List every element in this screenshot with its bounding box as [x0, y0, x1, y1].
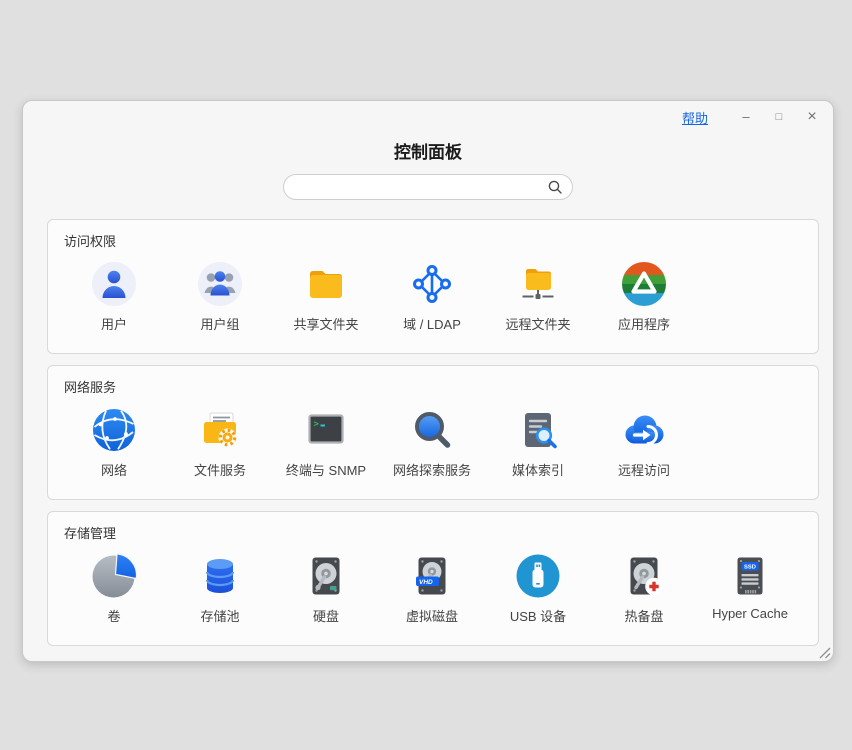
terminal-icon: > — [303, 407, 349, 453]
item-label: USB 设备 — [510, 606, 566, 625]
cp-item-media-index[interactable]: 媒体索引 — [485, 407, 591, 479]
item-label: Hyper Cache — [712, 606, 788, 621]
item-label: 虚拟磁盘 — [406, 606, 458, 625]
svg-text:SSD: SSD — [744, 565, 756, 571]
media-index-icon — [515, 407, 561, 453]
item-label: 远程访问 — [618, 460, 670, 479]
cp-item-network-discovery[interactable]: 网络探索服务 — [379, 407, 485, 479]
section-items-row: 卷 存储池 — [61, 553, 803, 625]
item-label: 存储池 — [200, 606, 239, 625]
section-storage-management: 存储管理 卷 — [47, 511, 819, 646]
help-link[interactable]: 帮助 — [682, 108, 708, 127]
section-items-row: 网络 文件服务 — [61, 407, 697, 479]
section-title: 存储管理 — [64, 523, 116, 542]
svg-text:VHD: VHD — [419, 579, 433, 586]
cp-item-remote-access[interactable]: 远程访问 — [591, 407, 697, 479]
cp-item-user-group[interactable]: 用户组 — [167, 261, 273, 333]
cp-item-storage-pool[interactable]: 存储池 — [167, 553, 273, 625]
cp-item-shared-folder[interactable]: 共享文件夹 — [273, 261, 379, 333]
shared-folder-icon — [303, 261, 349, 307]
section-items-row: 用户 用户组 共享文件夹 — [61, 261, 697, 333]
domain-ldap-icon — [409, 261, 455, 307]
item-label: 应用程序 — [618, 314, 670, 333]
user-icon — [91, 261, 137, 307]
virtual-disk-icon: VHD — [409, 553, 455, 599]
volume-pie-icon — [91, 553, 137, 599]
hdd-icon — [303, 553, 349, 599]
cp-item-network[interactable]: 网络 — [61, 407, 167, 479]
page-title: 控制面板 — [23, 138, 833, 163]
item-label: 终端与 SNMP — [286, 460, 366, 479]
network-globe-icon — [91, 407, 137, 453]
item-label: 用户 — [101, 314, 127, 333]
item-label: 文件服务 — [194, 460, 246, 479]
remote-folder-icon — [515, 261, 561, 307]
network-discovery-icon — [409, 407, 455, 453]
search-input[interactable] — [297, 176, 547, 200]
item-label: 远程文件夹 — [505, 314, 570, 333]
panels: 访问权限 用户 用户组 — [47, 219, 819, 657]
control-panel-window: 帮助 – □ × 控制面板 访问权限 用户 — [22, 100, 834, 662]
cp-item-virtual-disk[interactable]: VHD 虚拟磁盘 — [379, 553, 485, 625]
remote-access-icon — [621, 407, 667, 453]
file-services-icon — [197, 407, 243, 453]
user-group-icon — [197, 261, 243, 307]
search-box[interactable] — [283, 174, 573, 200]
cp-item-user[interactable]: 用户 — [61, 261, 167, 333]
item-label: 用户组 — [200, 314, 239, 333]
maximize-button[interactable]: □ — [770, 106, 788, 128]
applications-icon — [621, 261, 667, 307]
cp-item-file-services[interactable]: 文件服务 — [167, 407, 273, 479]
minimize-button[interactable]: – — [737, 106, 755, 128]
item-label: 媒体索引 — [512, 460, 564, 479]
item-label: 硬盘 — [313, 606, 339, 625]
section-title: 访问权限 — [64, 231, 116, 250]
cp-item-remote-folder[interactable]: 远程文件夹 — [485, 261, 591, 333]
usb-device-icon — [515, 553, 561, 599]
cp-item-usb-device[interactable]: USB 设备 — [485, 553, 591, 625]
hot-spare-icon — [621, 553, 667, 599]
cp-item-domain-ldap[interactable]: 域 / LDAP — [379, 261, 485, 333]
section-access-rights: 访问权限 用户 用户组 — [47, 219, 819, 354]
cp-item-hyper-cache[interactable]: SSD Hyper Cache — [697, 553, 803, 625]
item-label: 域 / LDAP — [403, 314, 461, 333]
item-label: 网络 — [101, 460, 127, 479]
item-label: 卷 — [107, 606, 120, 625]
cp-item-hot-spare[interactable]: 热备盘 — [591, 553, 697, 625]
storage-pool-icon — [197, 553, 243, 599]
item-label: 热备盘 — [624, 606, 663, 625]
search-icon — [547, 179, 563, 195]
svg-text:>: > — [314, 420, 320, 430]
cp-item-hdd[interactable]: 硬盘 — [273, 553, 379, 625]
cp-item-volume[interactable]: 卷 — [61, 553, 167, 625]
cp-item-applications[interactable]: 应用程序 — [591, 261, 697, 333]
close-button[interactable]: × — [803, 106, 821, 128]
ssd-cache-icon: SSD — [727, 553, 773, 599]
item-label: 网络探索服务 — [393, 460, 471, 479]
cp-item-terminal-snmp[interactable]: > 终端与 SNMP — [273, 407, 379, 479]
section-network-services: 网络服务 网络 — [47, 365, 819, 500]
item-label: 共享文件夹 — [293, 314, 358, 333]
resize-handle[interactable] — [816, 644, 831, 659]
titlebar: 帮助 – □ × — [682, 106, 821, 128]
section-title: 网络服务 — [64, 377, 116, 396]
